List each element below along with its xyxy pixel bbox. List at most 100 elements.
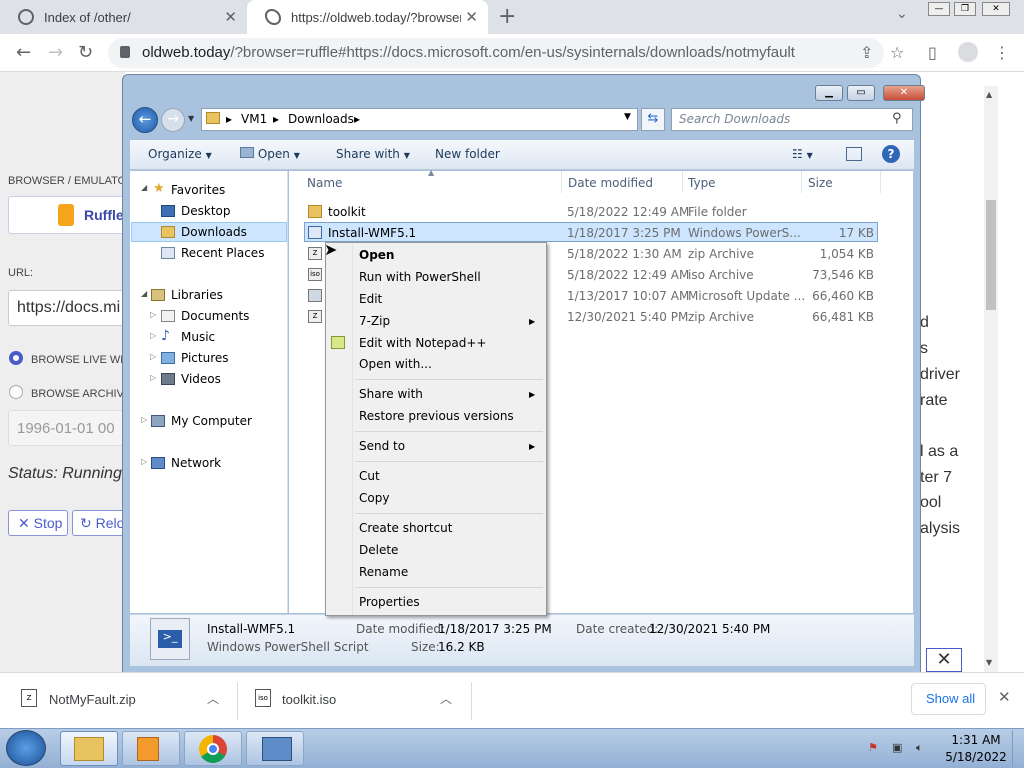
menu-item-delete[interactable]: Delete	[359, 543, 398, 557]
start-button[interactable]	[6, 730, 46, 766]
nav-pictures[interactable]: Pictures	[181, 351, 229, 365]
browse-archive-radio[interactable]	[9, 385, 23, 399]
reload-icon[interactable]: ↻	[78, 42, 93, 63]
menu-item-send-to[interactable]: Send to	[359, 439, 405, 453]
nav-downloads[interactable]: Downloads	[181, 225, 247, 239]
explorer-maximize-button[interactable]: ▭	[847, 85, 875, 101]
browse-live-radio[interactable]	[9, 351, 23, 365]
breadcrumb-downloads[interactable]: Downloads	[288, 112, 354, 126]
menu-item-open-with[interactable]: Open with...	[359, 357, 432, 371]
column-size[interactable]: Size	[808, 176, 833, 190]
collapse-arrow-icon[interactable]: ▷	[150, 310, 156, 319]
page-scrollbar[interactable]	[984, 86, 998, 672]
lock-icon[interactable]	[120, 46, 130, 58]
explorer-back-button[interactable]: ←	[132, 107, 158, 133]
menu-item-copy[interactable]: Copy	[359, 491, 389, 505]
help-icon[interactable]: ?	[882, 145, 900, 163]
breadcrumb-separator[interactable]: ▸	[273, 112, 279, 126]
breadcrumb-separator[interactable]: ▸	[226, 112, 232, 126]
action-center-flag-icon[interactable]: ⚑	[868, 741, 882, 755]
view-options-icon[interactable]: ☷ ▼	[792, 147, 813, 161]
back-icon[interactable]: ←	[16, 42, 31, 63]
expand-arrow-icon[interactable]: ◢	[141, 289, 147, 298]
scroll-up-arrow-icon[interactable]: ▲	[986, 90, 992, 99]
explorer-minimize-button[interactable]: ▁	[815, 85, 843, 101]
nav-videos[interactable]: Videos	[181, 372, 221, 386]
show-desktop-button[interactable]	[1012, 730, 1022, 766]
volume-icon[interactable]: 🔈︎	[916, 741, 930, 755]
menu-item-restore-previous-versions[interactable]: Restore previous versions	[359, 409, 514, 423]
window-close-button[interactable]: ✕	[982, 2, 1010, 16]
tab-oldweb[interactable]: https://oldweb.today/?browser=r ✕	[247, 0, 488, 34]
new-tab-button[interactable]: +	[498, 4, 516, 29]
window-restore-button[interactable]: ❐	[954, 2, 976, 16]
close-overlay-icon[interactable]: ✕	[926, 648, 962, 672]
menu-item-edit-with-notepad[interactable]: Edit with Notepad++	[359, 336, 486, 350]
menu-item-properties[interactable]: Properties	[359, 595, 420, 609]
nav-favorites[interactable]: Favorites	[171, 183, 225, 197]
profile-avatar-icon[interactable]	[958, 42, 978, 62]
menu-item-rename[interactable]: Rename	[359, 565, 408, 579]
clock-date[interactable]: 5/18/2022	[945, 750, 1007, 764]
menu-item-7zip[interactable]: 7-Zip	[359, 314, 390, 328]
nav-my-computer[interactable]: My Computer	[171, 414, 252, 428]
column-type[interactable]: Type	[688, 176, 716, 190]
nav-libraries[interactable]: Libraries	[171, 288, 223, 302]
address-url[interactable]: oldweb.today/?browser=ruffle#https://doc…	[142, 44, 795, 61]
column-separator[interactable]	[561, 171, 562, 193]
menu-item-create-shortcut[interactable]: Create shortcut	[359, 521, 452, 535]
nav-documents[interactable]: Documents	[181, 309, 249, 323]
network-tray-icon[interactable]: ▣	[892, 741, 906, 755]
side-panel-icon[interactable]: ▯	[928, 43, 937, 62]
recent-pages-dropdown-icon[interactable]: ▼	[188, 114, 194, 123]
column-date-modified[interactable]: Date modified	[568, 176, 653, 190]
chevron-up-icon[interactable]: ︿	[440, 690, 452, 707]
collapse-arrow-icon[interactable]: ▷	[150, 373, 156, 382]
clock-time[interactable]: 1:31 AM	[951, 733, 1001, 747]
expand-arrow-icon[interactable]: ◢	[141, 183, 147, 192]
window-minimize-button[interactable]: —	[928, 2, 950, 16]
menu-item-edit[interactable]: Edit	[359, 292, 382, 306]
address-dropdown-icon[interactable]: ▼	[624, 112, 631, 122]
collapse-arrow-icon[interactable]: ▷	[150, 331, 156, 340]
close-tab-icon[interactable]: ✕	[465, 8, 478, 26]
column-separator[interactable]	[880, 171, 881, 193]
breadcrumb-vm1[interactable]: VM1	[241, 112, 267, 126]
search-icon[interactable]: ⚲	[892, 111, 902, 126]
download-item-name[interactable]: NotMyFault.zip	[49, 692, 136, 707]
menu-item-run-with-powershell[interactable]: Run with PowerShell	[359, 270, 481, 284]
menu-item-cut[interactable]: Cut	[359, 469, 380, 483]
tab-search-chevron-icon[interactable]: ⌄	[896, 6, 908, 22]
collapse-arrow-icon[interactable]: ▷	[141, 415, 147, 424]
forward-icon[interactable]: →	[48, 42, 63, 63]
preview-pane-icon[interactable]	[846, 147, 862, 161]
chevron-up-icon[interactable]: ︿	[207, 690, 219, 707]
share-with-button[interactable]: Share with ▼	[336, 147, 410, 161]
open-button[interactable]: Open ▼	[240, 147, 300, 161]
organize-button[interactable]: Organize ▼	[148, 147, 212, 161]
close-downloads-icon[interactable]: ✕	[998, 688, 1011, 706]
collapse-arrow-icon[interactable]: ▷	[141, 457, 147, 466]
column-separator[interactable]	[682, 171, 683, 193]
collapse-arrow-icon[interactable]: ▷	[150, 352, 156, 361]
column-separator[interactable]	[801, 171, 802, 193]
tab-index-other[interactable]: Index of /other/ ✕	[0, 0, 247, 34]
nav-network[interactable]: Network	[171, 456, 221, 470]
column-name[interactable]: Name	[307, 176, 342, 190]
nav-music[interactable]: Music	[181, 330, 215, 344]
menu-item-open[interactable]: Open	[359, 248, 394, 262]
menu-item-share-with[interactable]: Share with	[359, 387, 423, 401]
share-icon[interactable]: ⇪	[860, 43, 873, 62]
menu-kebab-icon[interactable]: ⋮	[994, 43, 1010, 62]
nav-recent-places[interactable]: Recent Places	[181, 246, 264, 260]
scroll-down-arrow-icon[interactable]: ▼	[986, 658, 992, 667]
bookmark-star-icon[interactable]: ☆	[890, 43, 904, 62]
download-item-name[interactable]: toolkit.iso	[282, 692, 336, 707]
close-tab-icon[interactable]: ✕	[224, 8, 237, 26]
breadcrumb-separator[interactable]: ▸	[354, 112, 360, 126]
page-scrollbar-thumb[interactable]	[986, 200, 996, 310]
explorer-close-button[interactable]: ✕	[883, 85, 925, 101]
explorer-forward-button[interactable]: →	[161, 108, 185, 132]
refresh-icon[interactable]: ⇆	[641, 108, 665, 131]
new-folder-button[interactable]: New folder	[435, 147, 500, 161]
